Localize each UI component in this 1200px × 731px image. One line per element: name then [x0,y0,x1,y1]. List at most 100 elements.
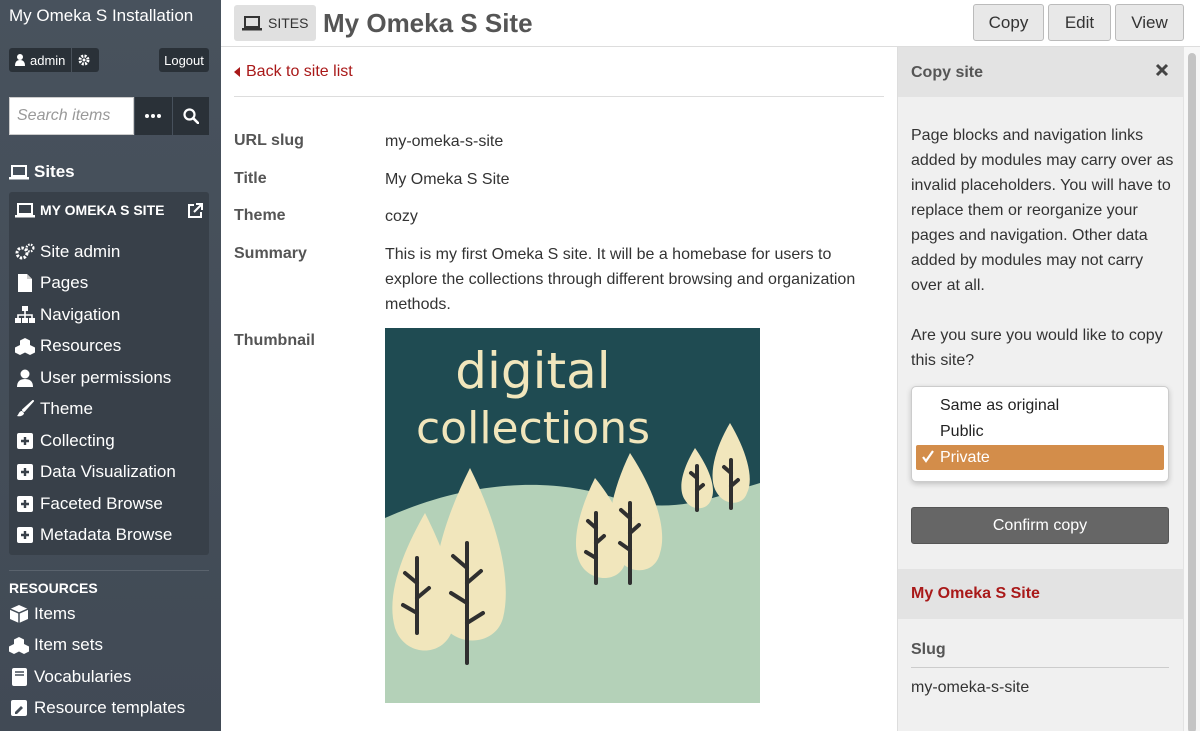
property-value: This is my first Omeka S site. It will b… [385,246,856,313]
sidebar-item-resource-templates[interactable]: Resource templates [9,693,185,725]
property-label: URL slug [234,132,304,149]
property-label: Thumbnail [234,332,315,349]
sidebar-item-pages[interactable]: Pages [15,268,176,300]
site-nav-list: Site admin Pages Navigation Resources Us… [15,236,176,551]
sidebar-item-label: Theme [40,399,93,419]
panel-scrollbar[interactable] [1183,47,1200,731]
installation-title[interactable]: My Omeka S Installation [9,6,193,26]
property-value: my-omeka-s-site [385,133,504,150]
sidebar-item-label: User permissions [40,367,172,387]
property-label: Theme [234,207,286,224]
sidebar-item-metadata-browse[interactable]: Metadata Browse [15,520,176,552]
advanced-search-button[interactable] [135,97,172,135]
external-link-icon[interactable] [186,202,204,225]
laptop-icon [242,15,262,30]
sidebar-item-site-admin[interactable]: Site admin [15,236,176,268]
site-info-title[interactable]: My Omeka S Site [911,585,1040,603]
book-icon [9,667,29,687]
laptop-icon [9,164,29,179]
site-thumbnail: digital collections [385,328,760,703]
logout-button[interactable]: Logout [159,48,209,72]
sidebar-item-label: Site admin [40,241,121,261]
sidebar-item-collecting[interactable]: Collecting [15,425,176,457]
current-site-name: MY OMEKA S SITE [40,202,165,218]
property-label: Title [234,170,267,187]
user-settings-button[interactable] [71,48,96,72]
sitemap-icon [15,305,35,325]
gear-icon [78,54,90,66]
plus-square-icon [15,525,35,545]
plus-square-icon [15,494,35,514]
cube-icon [9,604,29,624]
user-name: admin [30,52,66,68]
sidebar-item-items[interactable]: Items [9,598,185,630]
sidebar-item-label: Navigation [40,304,121,324]
sidebar-item-theme[interactable]: Theme [15,394,176,426]
laptop-icon [15,202,35,217]
cubes-icon [9,635,29,655]
sidebar-item-resources[interactable]: Resources [15,331,176,363]
thumbnail-text-line-1: digital [455,342,610,400]
site-nav-panel: MY OMEKA S SITE Site admin Pages Navigat… [9,192,209,555]
page-header: SITES My Omeka S Site Copy Edit View [221,0,1200,47]
sites-nav-link[interactable]: Sites [9,162,75,182]
slug-value: my-omeka-s-site [911,679,1030,696]
sidebar-item-label: Metadata Browse [40,525,173,545]
confirm-copy-button[interactable]: Confirm copy [911,507,1169,544]
resources-list: Items Item sets Vocabularies Resource te… [9,598,185,724]
copy-button[interactable]: Copy [973,4,1044,41]
panel-header: Copy site [898,47,1184,97]
property-label: Summary [234,245,307,262]
sites-label: Sites [34,162,75,181]
sidebar-item-label: Resource templates [34,698,186,718]
sidebar-item-label: Collecting [40,430,115,450]
view-button[interactable]: View [1115,4,1184,41]
edit-button[interactable]: Edit [1048,4,1111,41]
copy-warning-text: Page blocks and navigation links added b… [911,127,1174,294]
sidebar-item-item-sets[interactable]: Item sets [9,630,185,662]
sidebar-item-label: Faceted Browse [40,493,163,513]
visibility-select-menu[interactable]: Same as original Public Private [911,386,1169,482]
caret-left-icon [234,67,240,77]
sidebar-item-user-permissions[interactable]: User permissions [15,362,176,394]
sidebar-item-faceted-browse[interactable]: Faceted Browse [15,488,176,520]
plus-square-icon [15,462,35,482]
sidebar-divider [9,570,209,571]
search-button[interactable] [172,97,209,135]
template-icon [9,698,29,718]
main-content: Back to site list URL slug my-omeka-s-si… [221,47,897,731]
sidebar-item-label: Item sets [34,635,103,655]
scrollbar-thumb[interactable] [1188,53,1196,731]
option-public[interactable]: Public [916,419,1164,444]
search-icon [183,108,199,124]
site-info-section-header: My Omeka S Site [898,569,1184,619]
slug-label: Slug [911,641,946,658]
sidebar-item-data-visualization[interactable]: Data Visualization [15,457,176,489]
option-private[interactable]: Private [916,445,1164,470]
divider [911,667,1169,668]
user-link[interactable]: admin [9,48,71,72]
sidebar-item-label: Data Visualization [40,462,176,482]
gears-icon [15,242,35,262]
sidebar-item-navigation[interactable]: Navigation [15,299,176,331]
current-site-link[interactable]: MY OMEKA S SITE [15,202,164,218]
copy-site-panel: Copy site Page blocks and navigation lin… [897,47,1184,731]
section-label: SITES [268,15,309,31]
option-label: Private [940,448,990,466]
divider [234,96,884,97]
search-form [9,97,209,135]
property-value: My Omeka S Site [385,171,510,188]
option-same-as-original[interactable]: Same as original [916,393,1164,418]
back-link-label: Back to site list [246,63,353,80]
back-to-site-list-link[interactable]: Back to site list [234,63,353,81]
resources-heading: RESOURCES [9,580,98,596]
search-input[interactable] [9,97,134,135]
panel-title: Copy site [911,64,984,81]
plus-square-icon [15,431,35,451]
user-icon [15,54,25,66]
sidebar-item-vocabularies[interactable]: Vocabularies [9,661,185,693]
ellipsis-icon [145,114,162,118]
sidebar: My Omeka S Installation admin Logout Sit… [0,0,221,731]
close-icon[interactable] [1155,63,1169,82]
sidebar-item-label: Pages [40,273,89,293]
